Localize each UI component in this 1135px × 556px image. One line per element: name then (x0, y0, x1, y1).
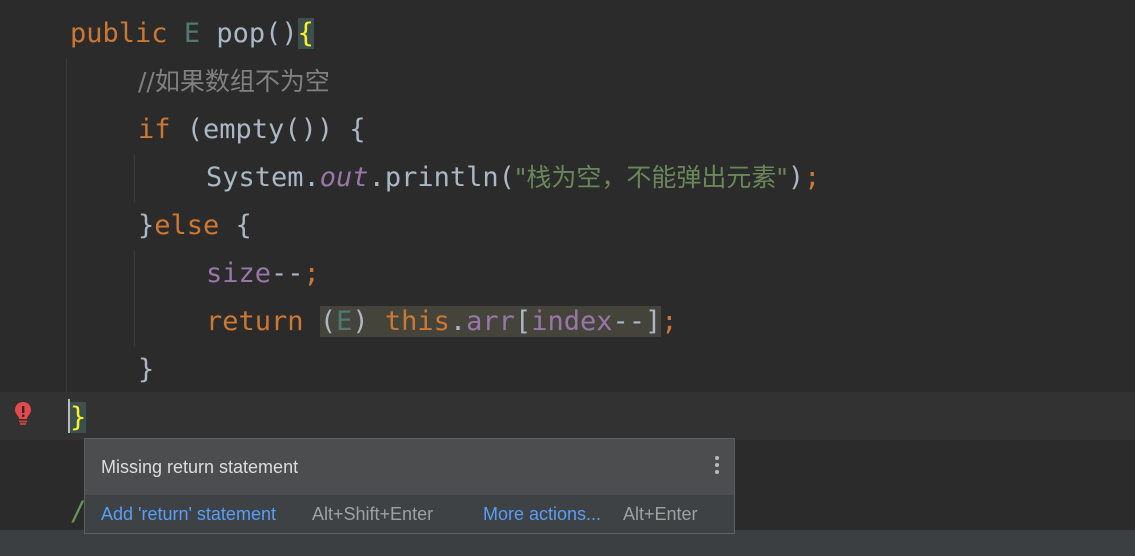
field-ref: index (531, 306, 613, 337)
string-literal: "栈为空，不能弹出元素" (514, 163, 788, 192)
type-name: E (183, 18, 201, 49)
operator: -- (612, 306, 646, 337)
code-line[interactable]: } (70, 394, 87, 442)
semicolon: ; (804, 162, 821, 193)
brace: { (219, 210, 252, 241)
bracket: [ (514, 306, 532, 337)
shortcut-label: Alt+Shift+Enter (312, 504, 434, 524)
method-call: .println( (368, 162, 515, 193)
current-line-highlight (0, 392, 1135, 440)
matched-brace: } (70, 402, 87, 433)
code-line[interactable]: } (138, 346, 154, 394)
field-ref: size (206, 258, 272, 289)
error-bulb-icon[interactable] (12, 400, 34, 426)
keyword: this (384, 306, 450, 337)
code-line[interactable]: }else { (138, 202, 252, 250)
indent-guide (134, 154, 135, 202)
parens: () (265, 18, 298, 49)
text-caret (68, 399, 70, 433)
matched-brace: { (297, 18, 314, 49)
type-name: E (336, 306, 353, 337)
code-line[interactable]: //如果数组不为空 (138, 58, 330, 106)
paren: ( (319, 306, 337, 337)
warning-highlight[interactable]: (E) this.arr[index--] (319, 306, 662, 337)
dot: . (449, 306, 467, 337)
quick-fix-popup: Missing return statement Add 'return' st… (84, 438, 735, 534)
if-condition: (empty()) { (186, 114, 366, 145)
comment: //如果数组不为空 (138, 67, 330, 96)
class-ref: System. (206, 162, 320, 193)
more-actions-link[interactable]: More actions... (483, 504, 601, 525)
semicolon: ; (661, 306, 678, 337)
shortcut-label: Alt+Enter (623, 504, 698, 524)
code-line[interactable]: return (E) this.arr[index--]; (206, 298, 678, 346)
keyword: public (70, 18, 168, 49)
paren: ) (352, 306, 369, 337)
indent-guide (134, 250, 135, 346)
field-ref: arr (466, 306, 515, 337)
paren: ) (787, 162, 805, 193)
add-return-statement-link[interactable]: Add 'return' statement (101, 504, 276, 525)
keyword: return (206, 306, 304, 337)
indent-guide (66, 58, 67, 392)
code-line[interactable]: size--; (206, 250, 320, 298)
code-line[interactable]: if (empty()) { (138, 106, 366, 154)
popup-title: Missing return statement (101, 457, 299, 477)
vertical-dots-icon[interactable] (714, 456, 720, 480)
operator: -- (271, 258, 304, 289)
semicolon: ; (303, 258, 320, 289)
brace: } (138, 354, 155, 385)
keyword: if (138, 114, 171, 145)
bracket: ] (645, 306, 662, 337)
brace: } (138, 210, 155, 241)
keyword: else (154, 210, 220, 241)
popup-actions-bar: Add 'return' statement Alt+Shift+Enter M… (85, 495, 734, 533)
method-name: pop (216, 18, 266, 49)
code-line[interactable]: public E pop(){ (70, 10, 314, 58)
static-field: out (319, 162, 369, 193)
code-line[interactable]: System.out.println("栈为空，不能弹出元素"); (206, 154, 820, 202)
